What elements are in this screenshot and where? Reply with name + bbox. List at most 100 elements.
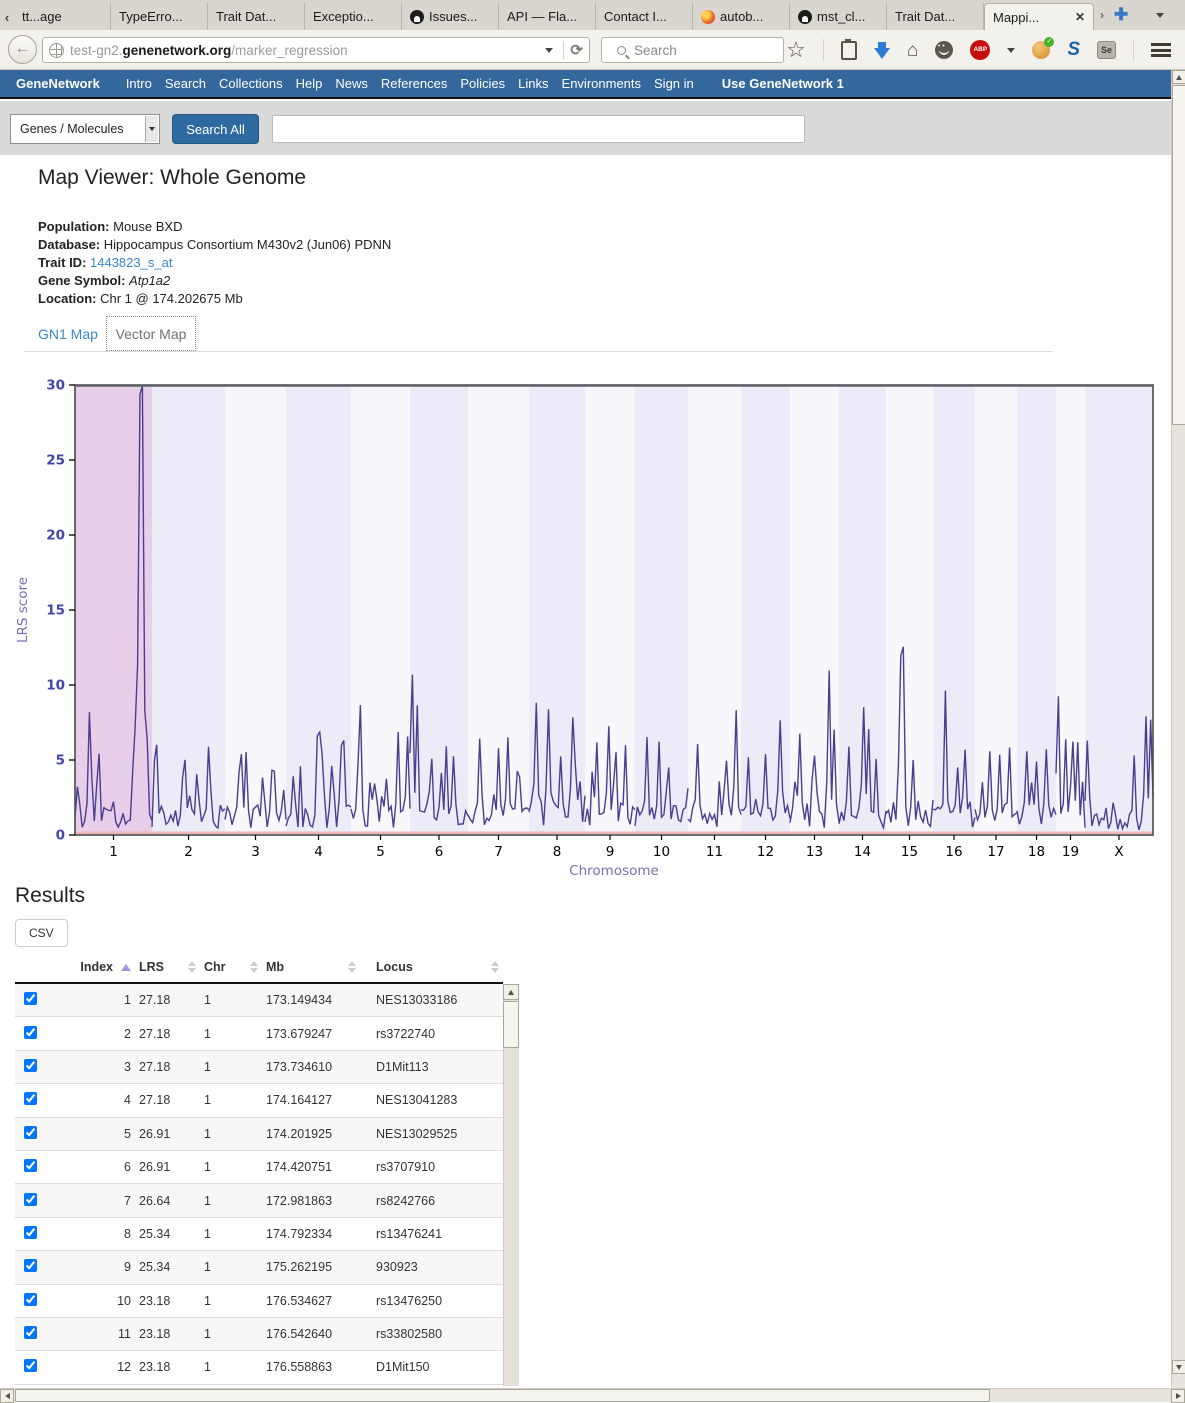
gn-brand-link[interactable]: GeneNetwork [16, 76, 100, 91]
browser-tab[interactable]: API — Fla... [499, 3, 596, 30]
browser-tab-bar: ‹ tt...ageTypeErro...Trait Dat...Excepti… [0, 0, 1185, 30]
search-category-select[interactable]: Genes / Molecules [10, 114, 160, 144]
tab-scroll-left-icon[interactable]: ‹ [0, 4, 14, 30]
browser-tab[interactable]: Exceptio... [305, 3, 402, 30]
site-identity-globe-icon[interactable] [49, 43, 64, 58]
selenium-icon[interactable]: Se [1097, 41, 1116, 59]
adblock-caret-icon[interactable] [1007, 48, 1015, 53]
meta-row: Location: Chr 1 @ 174.202675 Mb [38, 290, 391, 308]
trait-id-link[interactable]: 1443823_s_at [90, 255, 172, 270]
row-checkbox[interactable] [24, 1159, 37, 1172]
results-table-scrollbar[interactable] [503, 952, 519, 1386]
nav-item-intro[interactable]: Intro [124, 76, 154, 91]
skype-icon[interactable]: S [1067, 39, 1080, 61]
nav-item-search[interactable]: Search [163, 76, 208, 91]
page-scroll-up-icon[interactable] [1172, 70, 1185, 84]
new-tab-button[interactable]: ✚ [1114, 5, 1128, 25]
row-checkbox[interactable] [24, 1092, 37, 1105]
search-all-button[interactable]: Search All [172, 114, 259, 144]
browser-tab[interactable]: autob... [693, 3, 790, 30]
row-checkbox[interactable] [24, 1326, 37, 1339]
column-header-index[interactable]: Index [65, 960, 135, 974]
bookmarks-menu-icon[interactable] [841, 41, 857, 60]
page-horizontal-scrollbar[interactable] [0, 1388, 1185, 1402]
nav-item-collections[interactable]: Collections [217, 76, 285, 91]
column-header-lrs[interactable]: LRS [135, 960, 200, 974]
sort-asc-icon[interactable] [121, 964, 131, 971]
page-scroll-down-icon[interactable] [1172, 1360, 1185, 1374]
nav-item-links[interactable]: Links [516, 76, 550, 91]
tab-gn1-map[interactable]: GN1 Map [38, 326, 98, 342]
nav-item-news[interactable]: News [333, 76, 370, 91]
global-search-row: Genes / Molecules Search All [0, 101, 1185, 155]
menu-hamburger-icon[interactable] [1151, 43, 1171, 57]
row-checkbox[interactable] [24, 1293, 37, 1306]
nav-item-references[interactable]: References [379, 76, 449, 91]
row-checkbox[interactable] [24, 1259, 37, 1272]
browser-tab[interactable]: mst_cl... [790, 3, 887, 30]
browser-tab[interactable]: tt...age [14, 3, 111, 30]
page-scroll-right-icon[interactable] [1171, 1389, 1185, 1403]
browser-search-box[interactable]: Search [601, 37, 784, 63]
x-tick-label: 9 [606, 844, 615, 860]
sort-icon[interactable] [250, 961, 258, 973]
url-text[interactable]: test-gn2.genenetwork.org/marker_regressi… [70, 43, 541, 58]
global-search-input[interactable] [272, 115, 805, 143]
tab-overflow-right-icon[interactable]: › [1100, 8, 1104, 22]
browser-tab[interactable]: Contact I... [596, 3, 693, 30]
row-checkbox[interactable] [24, 1359, 37, 1372]
y-tick-label: 0 [56, 828, 65, 844]
row-checkbox[interactable] [24, 1193, 37, 1206]
back-button[interactable]: ← [8, 35, 37, 64]
row-checkbox[interactable] [24, 1226, 37, 1239]
nav-item-environments[interactable]: Environments [560, 76, 643, 91]
page-vertical-scrollbar[interactable] [1171, 70, 1185, 1388]
page-scroll-thumb[interactable] [1172, 85, 1185, 425]
foxyproxy-icon[interactable] [1032, 41, 1050, 59]
table-scroll-up-icon[interactable] [503, 984, 519, 1000]
column-header-locus[interactable]: Locus [360, 960, 503, 974]
downloads-icon[interactable] [874, 48, 890, 59]
table-scroll-thumb[interactable] [503, 1001, 519, 1048]
row-checkbox[interactable] [24, 992, 37, 1005]
sort-icon[interactable] [348, 961, 356, 973]
use-genenetwork1-link[interactable]: Use GeneNetwork 1 [722, 76, 844, 91]
url-bar[interactable]: test-gn2.genenetwork.org/marker_regressi… [42, 37, 590, 63]
cell-locus: rs13476250 [360, 1294, 503, 1308]
row-checkbox[interactable] [24, 1026, 37, 1039]
nav-item-policies[interactable]: Policies [458, 76, 507, 91]
table-row: 925.341175.262195930923 [15, 1251, 503, 1284]
csv-export-button[interactable]: CSV [15, 919, 68, 947]
h-scroll-thumb[interactable] [15, 1389, 990, 1402]
row-checkbox[interactable] [24, 1059, 37, 1072]
cell-lrs: 26.91 [135, 1127, 200, 1141]
select-dropdown-icon[interactable] [145, 116, 158, 142]
sort-icon[interactable] [491, 961, 499, 973]
reload-icon[interactable]: ⟳ [570, 41, 583, 59]
adblock-icon[interactable]: ABP [970, 40, 990, 60]
column-header-chr[interactable]: Chr [200, 960, 262, 974]
chromosome-band-10 [635, 385, 688, 835]
nav-item-help[interactable]: Help [294, 76, 325, 91]
page-scroll-left-icon[interactable] [0, 1389, 14, 1403]
nav-item-sign-in[interactable]: Sign in [652, 76, 696, 91]
chromosome-band-15 [886, 385, 933, 835]
browser-tab[interactable]: Trait Dat... [208, 3, 305, 30]
browser-tab[interactable]: Trait Dat... [887, 3, 984, 30]
home-icon[interactable]: ⌂ [907, 41, 918, 60]
cell-chr: 1 [200, 1294, 262, 1308]
bookmark-star-icon[interactable]: ☆ [786, 39, 806, 61]
row-checkbox[interactable] [24, 1126, 37, 1139]
tab-vector-map[interactable]: Vector Map [106, 316, 196, 351]
cell-index: 10 [65, 1294, 135, 1308]
forum-smiley-icon[interactable] [935, 41, 953, 59]
browser-tab[interactable]: Issues... [402, 3, 499, 30]
sort-icon[interactable] [188, 961, 196, 973]
browser-tab[interactable]: TypeErro... [111, 3, 208, 30]
list-all-tabs-icon[interactable] [1156, 13, 1164, 18]
browser-tab[interactable]: Mappi...✕ [984, 3, 1094, 30]
cell-index: 12 [65, 1360, 135, 1374]
url-dropdown-icon[interactable] [545, 48, 553, 53]
column-header-mb[interactable]: Mb [262, 960, 360, 974]
close-tab-icon[interactable]: ✕ [1075, 10, 1085, 24]
